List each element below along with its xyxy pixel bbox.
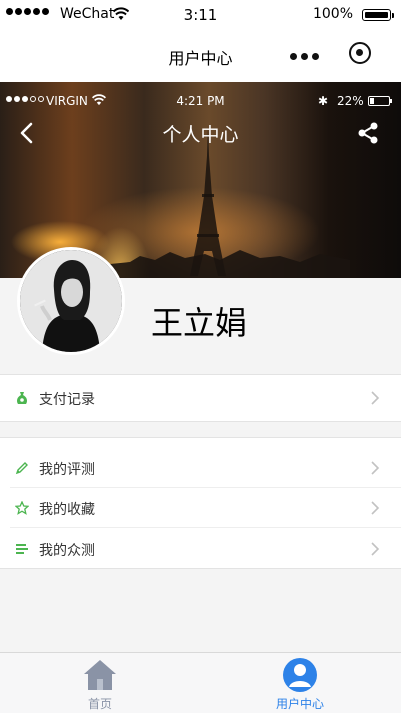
home-icon: [84, 660, 116, 690]
chevron-right-icon: [371, 542, 380, 556]
list-icon: [16, 544, 28, 554]
menu-label: 我的评测: [39, 462, 95, 478]
system-status-bar: WeChat 3:11 100%: [0, 0, 401, 30]
close-miniprogram-icon[interactable]: [349, 42, 371, 64]
user-name: 王立娟: [151, 304, 248, 342]
tab-bar: 首页 用户中心: [0, 652, 401, 713]
battery-icon: [368, 96, 392, 106]
tab-user-center[interactable]: 用户中心: [200, 653, 400, 713]
city-skyline-image: [110, 250, 350, 278]
chevron-right-icon: [371, 391, 380, 405]
more-options-icon[interactable]: [290, 50, 322, 62]
pencil-icon: [15, 462, 28, 475]
chevron-right-icon: [371, 501, 380, 515]
menu-label: 支付记录: [39, 392, 95, 408]
navigation-bar: 用户中心: [0, 30, 401, 82]
menu-item-my-reviews[interactable]: 我的评测: [0, 448, 401, 488]
battery-icon: [362, 9, 394, 21]
chevron-right-icon: [371, 461, 380, 475]
profile-section: 王立娟: [0, 247, 401, 372]
menu-item-my-crowdtests[interactable]: 我的众测: [0, 529, 401, 569]
user-icon: [283, 658, 317, 692]
embedded-status-bar: VIRGIN 4:21 PM ✱ 22%: [0, 94, 401, 110]
avatar[interactable]: [17, 247, 125, 355]
menu-item-payment-records[interactable]: 支付记录: [0, 378, 401, 418]
menu-item-my-favorites[interactable]: 我的收藏: [0, 488, 401, 528]
bluetooth-icon: ✱: [318, 94, 329, 108]
page-title: 个人中心: [162, 124, 239, 146]
tab-label: 首页: [87, 697, 112, 711]
money-bag-icon: [17, 392, 27, 404]
nav-title: 用户中心: [168, 49, 233, 68]
tab-label: 用户中心: [275, 697, 324, 711]
embedded-battery-percentage: 22%: [337, 94, 364, 108]
my-content-menu-group: 我的评测 我的收藏 我的众测: [0, 437, 401, 569]
share-icon[interactable]: [357, 122, 379, 144]
payment-menu-group: 支付记录: [0, 374, 401, 422]
star-icon: [15, 501, 29, 515]
menu-label: 我的众测: [39, 543, 95, 559]
battery-percentage: 100%: [312, 6, 353, 22]
tab-home[interactable]: 首页: [0, 653, 200, 713]
menu-label: 我的收藏: [39, 502, 95, 518]
